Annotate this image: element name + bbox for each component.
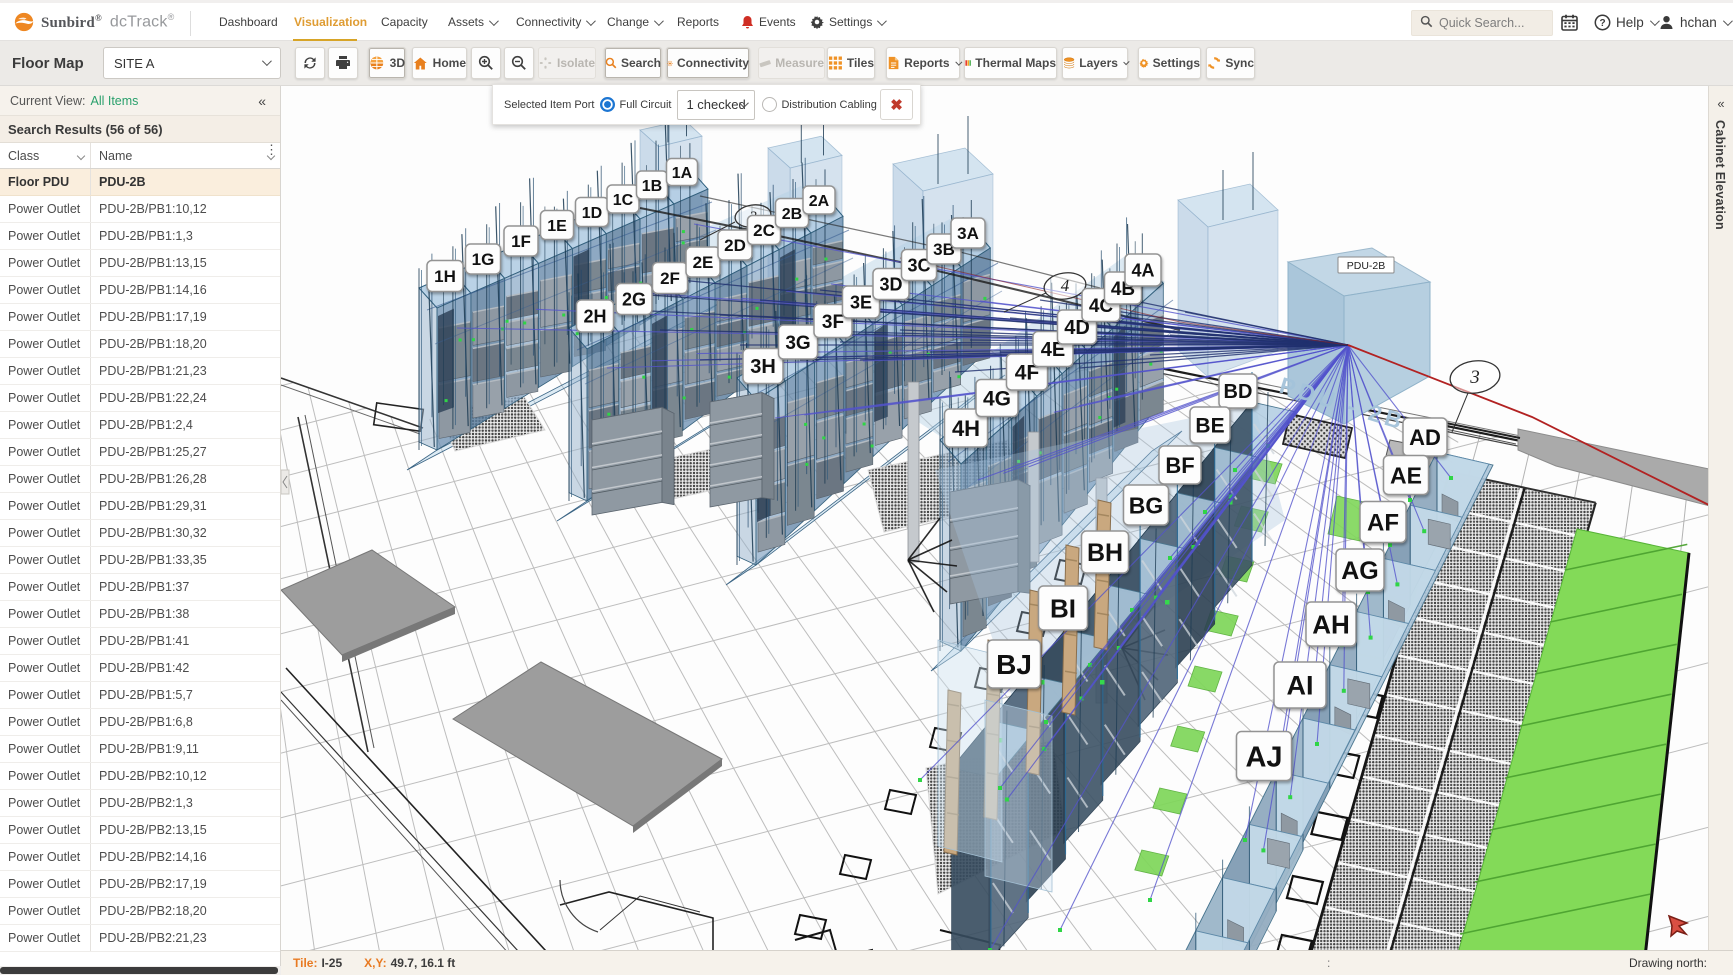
svg-text:3G: 3G	[785, 333, 810, 354]
svg-text:1F: 1F	[511, 232, 531, 251]
svg-text:BE: BE	[1195, 415, 1224, 438]
svg-text:BJ: BJ	[996, 649, 1032, 680]
svg-text:AD: AD	[1409, 425, 1441, 450]
svg-text:4G: 4G	[983, 388, 1011, 411]
svg-text:BG: BG	[1129, 492, 1164, 518]
svg-text:3: 3	[1469, 367, 1480, 388]
svg-text:1B: 1B	[642, 178, 662, 195]
svg-text:2A: 2A	[809, 193, 830, 210]
svg-text:3E: 3E	[850, 293, 872, 313]
svg-text:4A: 4A	[1131, 261, 1154, 281]
svg-text:1H: 1H	[434, 267, 456, 286]
svg-text:AJ: AJ	[1245, 741, 1282, 773]
svg-text:?: ?	[1599, 18, 1605, 29]
svg-text:1D: 1D	[582, 205, 602, 222]
svg-text:2F: 2F	[660, 269, 680, 288]
svg-text:4: 4	[1061, 276, 1070, 295]
svg-text:4H: 4H	[952, 416, 980, 441]
svg-text:AF: AF	[1367, 510, 1399, 537]
svg-text:2G: 2G	[622, 290, 646, 310]
svg-text:1E: 1E	[547, 218, 567, 235]
svg-text:2H: 2H	[583, 307, 606, 327]
svg-text:2D: 2D	[724, 236, 746, 255]
svg-text:1G: 1G	[472, 250, 495, 269]
svg-text:3A: 3A	[957, 224, 979, 243]
svg-text:AE: AE	[1390, 462, 1422, 488]
svg-text:3F: 3F	[822, 312, 844, 333]
svg-text:AI: AI	[1287, 671, 1314, 701]
svg-text:2B: 2B	[782, 206, 802, 223]
svg-text:AG: AG	[1341, 557, 1379, 585]
svg-text:PDU-2B: PDU-2B	[1347, 260, 1386, 272]
svg-text:BI: BI	[1050, 593, 1076, 623]
svg-text:BH: BH	[1087, 539, 1123, 567]
svg-text:3D: 3D	[879, 275, 902, 295]
svg-text:2C: 2C	[753, 221, 775, 240]
svg-text:BD: BD	[1224, 381, 1253, 403]
svg-text:AH: AH	[1312, 609, 1350, 639]
svg-text:1A: 1A	[672, 165, 693, 182]
svg-text:1C: 1C	[613, 192, 634, 209]
svg-text:2E: 2E	[693, 253, 714, 272]
svg-text:3H: 3H	[750, 356, 776, 378]
svg-text:BF: BF	[1165, 453, 1194, 478]
